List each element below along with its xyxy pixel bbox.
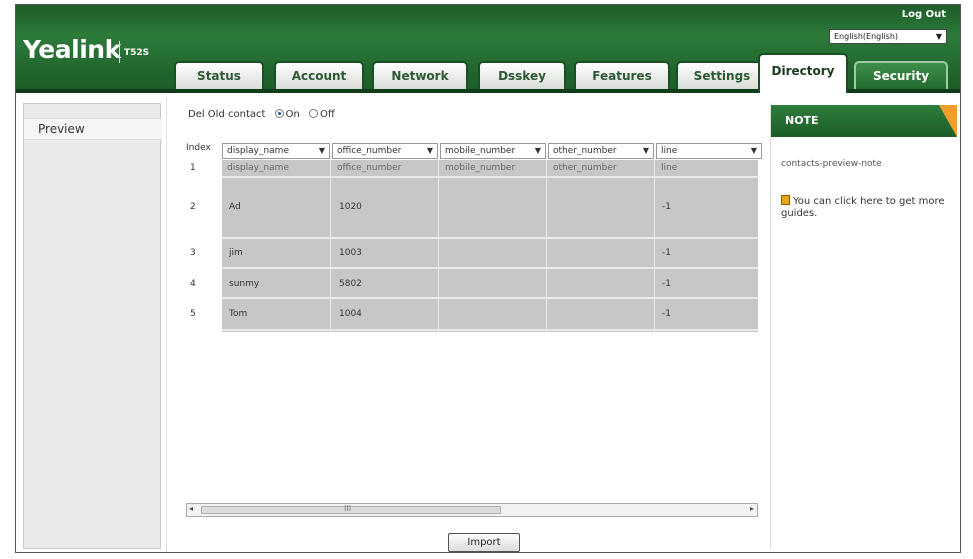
column-select-value: line <box>661 146 678 156</box>
tab-settings[interactable]: Settings <box>676 61 768 89</box>
table-cell: other_number <box>553 163 617 173</box>
table-cell: display_name <box>227 163 289 173</box>
contacts-table: Index display_name ▼ office_number ▼ mobil… <box>186 143 766 333</box>
chevron-down-icon: ▼ <box>318 146 325 155</box>
note-text: contacts-preview-note <box>781 159 882 169</box>
column-divider <box>438 160 439 332</box>
column-divider <box>330 160 331 332</box>
row-separator <box>222 176 758 178</box>
column-select-mobile-number[interactable]: mobile_number ▼ <box>440 143 546 159</box>
tab-dsskey[interactable]: Dsskey <box>478 61 566 89</box>
index-header: Index <box>186 143 211 153</box>
left-nav: Preview <box>23 103 162 549</box>
table-cell: 1003 <box>339 248 362 258</box>
table-cell: Ad <box>229 202 241 212</box>
chevron-down-icon: ▼ <box>642 146 649 155</box>
scroll-thumb[interactable]: III <box>201 504 501 514</box>
table-cell: 1020 <box>339 202 362 212</box>
yealink-logo: Yealink <box>23 35 121 64</box>
tab-features[interactable]: Features <box>574 61 670 89</box>
table-cell: 1004 <box>339 309 362 319</box>
table-cell: mobile_number <box>445 163 516 173</box>
language-select[interactable]: English(English) ▼ <box>829 29 947 44</box>
table-cell: sunmy <box>229 279 260 289</box>
table-cell: jim <box>229 248 243 258</box>
horizontal-scrollbar[interactable]: ◂ III ▸ <box>186 503 758 517</box>
table-grid <box>222 160 758 332</box>
row-index: 5 <box>190 309 196 319</box>
note-header: NOTE <box>771 105 957 137</box>
table-cell: 5802 <box>339 279 362 289</box>
scroll-grip-icon: III <box>344 504 352 513</box>
import-button[interactable]: Import <box>448 533 520 552</box>
content-divider <box>166 97 167 552</box>
language-value: English(English) <box>834 32 899 41</box>
note-title: NOTE <box>785 114 819 127</box>
row-separator <box>222 267 758 269</box>
guide-book-icon <box>781 195 790 205</box>
table-cell: office_number <box>337 163 402 173</box>
column-divider <box>654 160 655 332</box>
chevron-down-icon: ▼ <box>750 146 757 155</box>
row-index: 3 <box>190 248 196 258</box>
main-content: Del Old contact On Off Index display_nam… <box>176 103 766 552</box>
row-index: 1 <box>190 163 196 173</box>
column-select-value: mobile_number <box>445 146 516 156</box>
column-select-other-number[interactable]: other_number ▼ <box>548 143 654 159</box>
table-cell: Tom <box>229 309 248 319</box>
radio-off[interactable] <box>309 109 319 118</box>
row-separator <box>222 329 758 331</box>
radio-on-label: On <box>285 109 300 120</box>
model-label: T52S <box>124 48 150 58</box>
column-select-value: display_name <box>227 146 289 156</box>
chevron-down-icon: ▼ <box>426 146 433 155</box>
scroll-left-icon[interactable]: ◂ <box>189 504 193 513</box>
web-ui-frame: Yealink T52S Log Out English(English) ▼ … <box>15 4 961 553</box>
column-select-line[interactable]: line ▼ <box>656 143 762 159</box>
column-select-value: office_number <box>337 146 402 156</box>
table-cell: -1 <box>662 202 671 212</box>
chevron-down-icon: ▼ <box>534 146 541 155</box>
table-cell: -1 <box>662 309 671 319</box>
tab-network[interactable]: Network <box>372 61 468 89</box>
row-separator <box>222 297 758 299</box>
note-corner-decoration <box>939 105 957 137</box>
del-old-contact-row: Del Old contact On Off <box>188 109 335 120</box>
row-index: 4 <box>190 279 196 289</box>
column-divider <box>546 160 547 332</box>
column-select-value: other_number <box>553 146 617 156</box>
table-cell: line <box>661 163 678 173</box>
nav-item-preview[interactable]: Preview <box>38 122 85 136</box>
guide-link[interactable]: You can click here to get more guides. <box>781 195 951 220</box>
tab-status[interactable]: Status <box>174 61 264 89</box>
guide-text: You can click here to get more guides. <box>781 196 945 219</box>
tab-directory[interactable]: Directory <box>758 53 848 93</box>
radio-off-label: Off <box>320 109 335 120</box>
table-cell: -1 <box>662 279 671 289</box>
logout-link[interactable]: Log Out <box>902 9 946 20</box>
logo-separator <box>119 41 120 63</box>
radio-on[interactable] <box>274 109 284 118</box>
chevron-down-icon: ▼ <box>935 32 942 41</box>
table-cell: -1 <box>662 248 671 258</box>
column-select-display-name[interactable]: display_name ▼ <box>222 143 330 159</box>
row-index: 2 <box>190 202 196 212</box>
scroll-right-icon[interactable]: ▸ <box>750 504 754 513</box>
del-old-contact-label: Del Old contact <box>188 109 266 120</box>
note-panel: NOTE contacts-preview-note You can click… <box>770 103 957 549</box>
tab-security[interactable]: Security <box>854 61 948 89</box>
column-select-office-number[interactable]: office_number ▼ <box>332 143 438 159</box>
row-separator <box>222 237 758 239</box>
tab-account[interactable]: Account <box>274 61 364 89</box>
